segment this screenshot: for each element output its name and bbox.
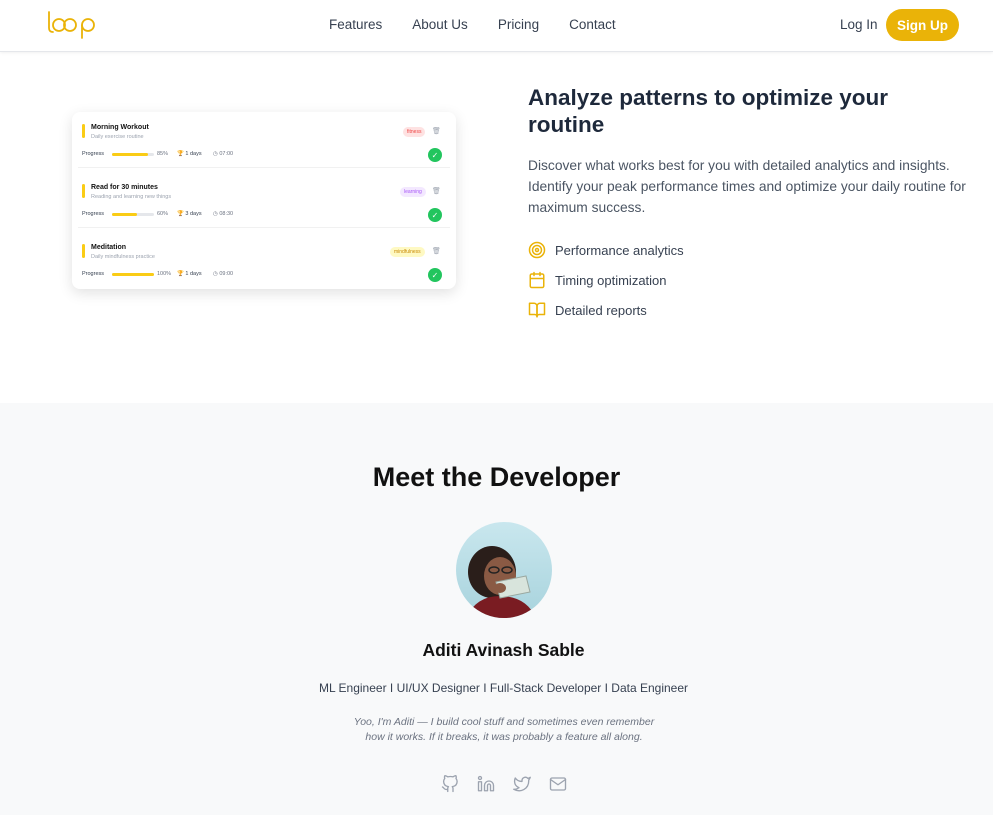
- feature-title: Analyze patterns to optimize your routin…: [528, 85, 889, 137]
- check-icon[interactable]: ✓: [428, 268, 442, 282]
- progress-label: Progress: [82, 151, 105, 157]
- feature-description: Discover what works best for you with de…: [528, 158, 966, 215]
- habit-streak: 🏆 3 days: [177, 211, 202, 217]
- developer-section: Meet the Developer Aditi Avinash Sable M…: [0, 403, 993, 815]
- progress-bar: [112, 213, 154, 216]
- habit-time: ◷ 09:00: [213, 271, 234, 277]
- progress-bar: [112, 273, 154, 276]
- habit-item: Meditation Daily mindfulness practice mi…: [78, 236, 450, 288]
- linkedin-icon[interactable]: [477, 775, 495, 793]
- habit-tag: fitness: [403, 127, 426, 137]
- calendar-icon: [529, 271, 545, 289]
- habit-subtitle: Reading and learning new things: [91, 194, 172, 200]
- trophy-icon: 🏆: [177, 151, 184, 157]
- github-icon[interactable]: [441, 775, 459, 793]
- main-nav: Features About Us Pricing Contact: [329, 17, 616, 32]
- nav-features[interactable]: Features: [329, 17, 382, 32]
- avatar: [456, 522, 552, 618]
- trash-icon[interactable]: 🗑: [432, 187, 441, 195]
- check-icon[interactable]: ✓: [428, 208, 442, 222]
- progress-label: Progress: [82, 271, 105, 277]
- progress-label: Progress: [82, 211, 105, 217]
- book-open-icon: [528, 302, 546, 318]
- developer-name: Aditi Avinash Sable: [422, 640, 585, 660]
- trophy-icon: 🏆: [177, 211, 184, 217]
- nav-about-us[interactable]: About Us: [412, 17, 468, 32]
- feature-list: Performance analytics Timing optimizatio…: [528, 235, 684, 325]
- progress-percent: 100%: [157, 271, 172, 277]
- habit-title: Morning Workout: [91, 124, 149, 131]
- loop-logo[interactable]: [46, 8, 98, 40]
- habit-color-bar: [82, 244, 85, 258]
- target-icon: [528, 241, 546, 259]
- mail-icon[interactable]: [549, 775, 567, 793]
- habit-color-bar: [82, 184, 85, 198]
- habit-preview-card: Morning Workout Daily exercise routine f…: [72, 112, 456, 289]
- feature-item-label: Timing optimization: [555, 272, 667, 288]
- habit-tag: learning: [400, 187, 426, 197]
- trash-icon[interactable]: 🗑: [432, 127, 441, 135]
- login-link[interactable]: Log In: [840, 17, 878, 32]
- habit-subtitle: Daily mindfulness practice: [91, 254, 155, 260]
- habit-subtitle: Daily exercise routine: [91, 134, 144, 140]
- trophy-icon: 🏆: [177, 271, 184, 277]
- nav-pricing[interactable]: Pricing: [498, 17, 539, 32]
- habit-streak: 🏆 1 days: [177, 271, 202, 277]
- progress-percent: 85%: [157, 151, 169, 157]
- check-icon[interactable]: ✓: [428, 148, 442, 162]
- trash-icon[interactable]: 🗑: [432, 247, 441, 255]
- site-header: Features About Us Pricing Contact Log In…: [0, 0, 993, 52]
- habit-item: Read for 30 minutes Reading and learning…: [78, 176, 450, 228]
- feature-item-timing: Timing optimization: [528, 265, 684, 295]
- developer-section-title: Meet the Developer: [372, 462, 621, 492]
- feature-item-label: Performance analytics: [555, 242, 684, 258]
- habit-color-bar: [82, 124, 85, 138]
- habit-item: Morning Workout Daily exercise routine f…: [78, 116, 450, 168]
- feature-item-reports: Detailed reports: [528, 295, 684, 325]
- feature-item-label: Detailed reports: [555, 302, 647, 318]
- habit-time: ◷ 07:00: [213, 151, 234, 157]
- nav-contact[interactable]: Contact: [569, 17, 616, 32]
- habit-title: Read for 30 minutes: [91, 184, 158, 191]
- feature-item-analytics: Performance analytics: [528, 235, 684, 265]
- twitter-icon[interactable]: [513, 775, 531, 793]
- habit-time: ◷ 08:30: [213, 211, 234, 217]
- progress-bar: [112, 153, 154, 156]
- signup-button[interactable]: Sign Up: [886, 9, 959, 41]
- habit-streak: 🏆 1 days: [177, 151, 202, 157]
- social-links: [441, 775, 567, 793]
- habit-tag: mindfulness: [390, 247, 425, 257]
- developer-roles: ML Engineer I UI/UX Designer I Full-Stac…: [318, 681, 689, 695]
- developer-bio: Yoo, I'm Aditi — I build cool stuff and …: [353, 716, 655, 743]
- progress-percent: 60%: [157, 211, 169, 217]
- habit-title: Meditation: [91, 244, 126, 251]
